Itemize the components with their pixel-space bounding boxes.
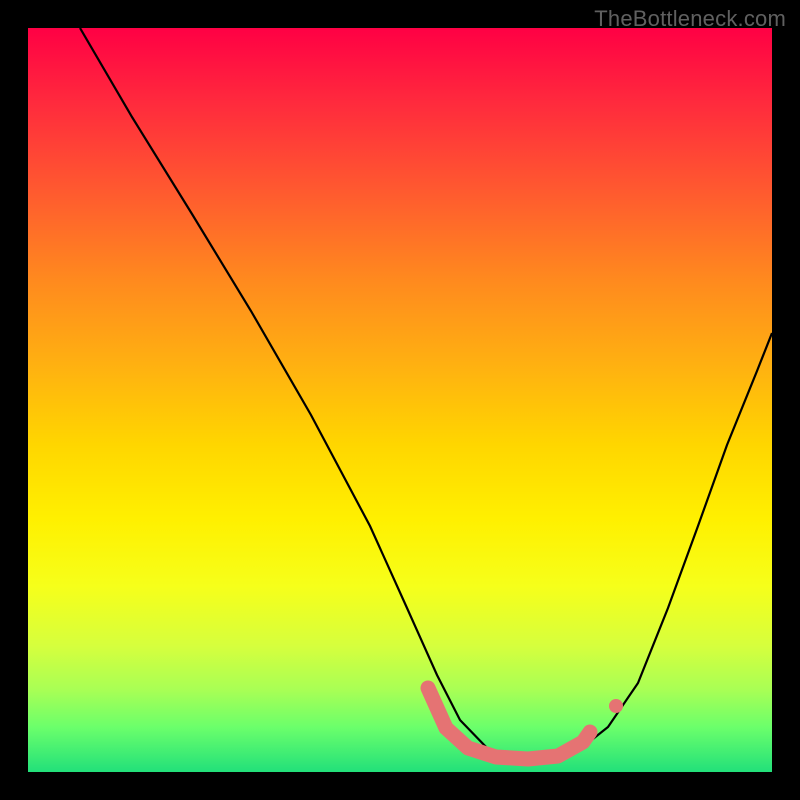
plot-area [28,28,772,772]
curve-path [80,28,772,757]
recommendation-dot [609,699,623,713]
recommendation-band-path [428,688,590,759]
watermark-text: TheBottleneck.com [594,6,786,32]
bottleneck-curve [28,28,772,772]
chart-frame: TheBottleneck.com [0,0,800,800]
